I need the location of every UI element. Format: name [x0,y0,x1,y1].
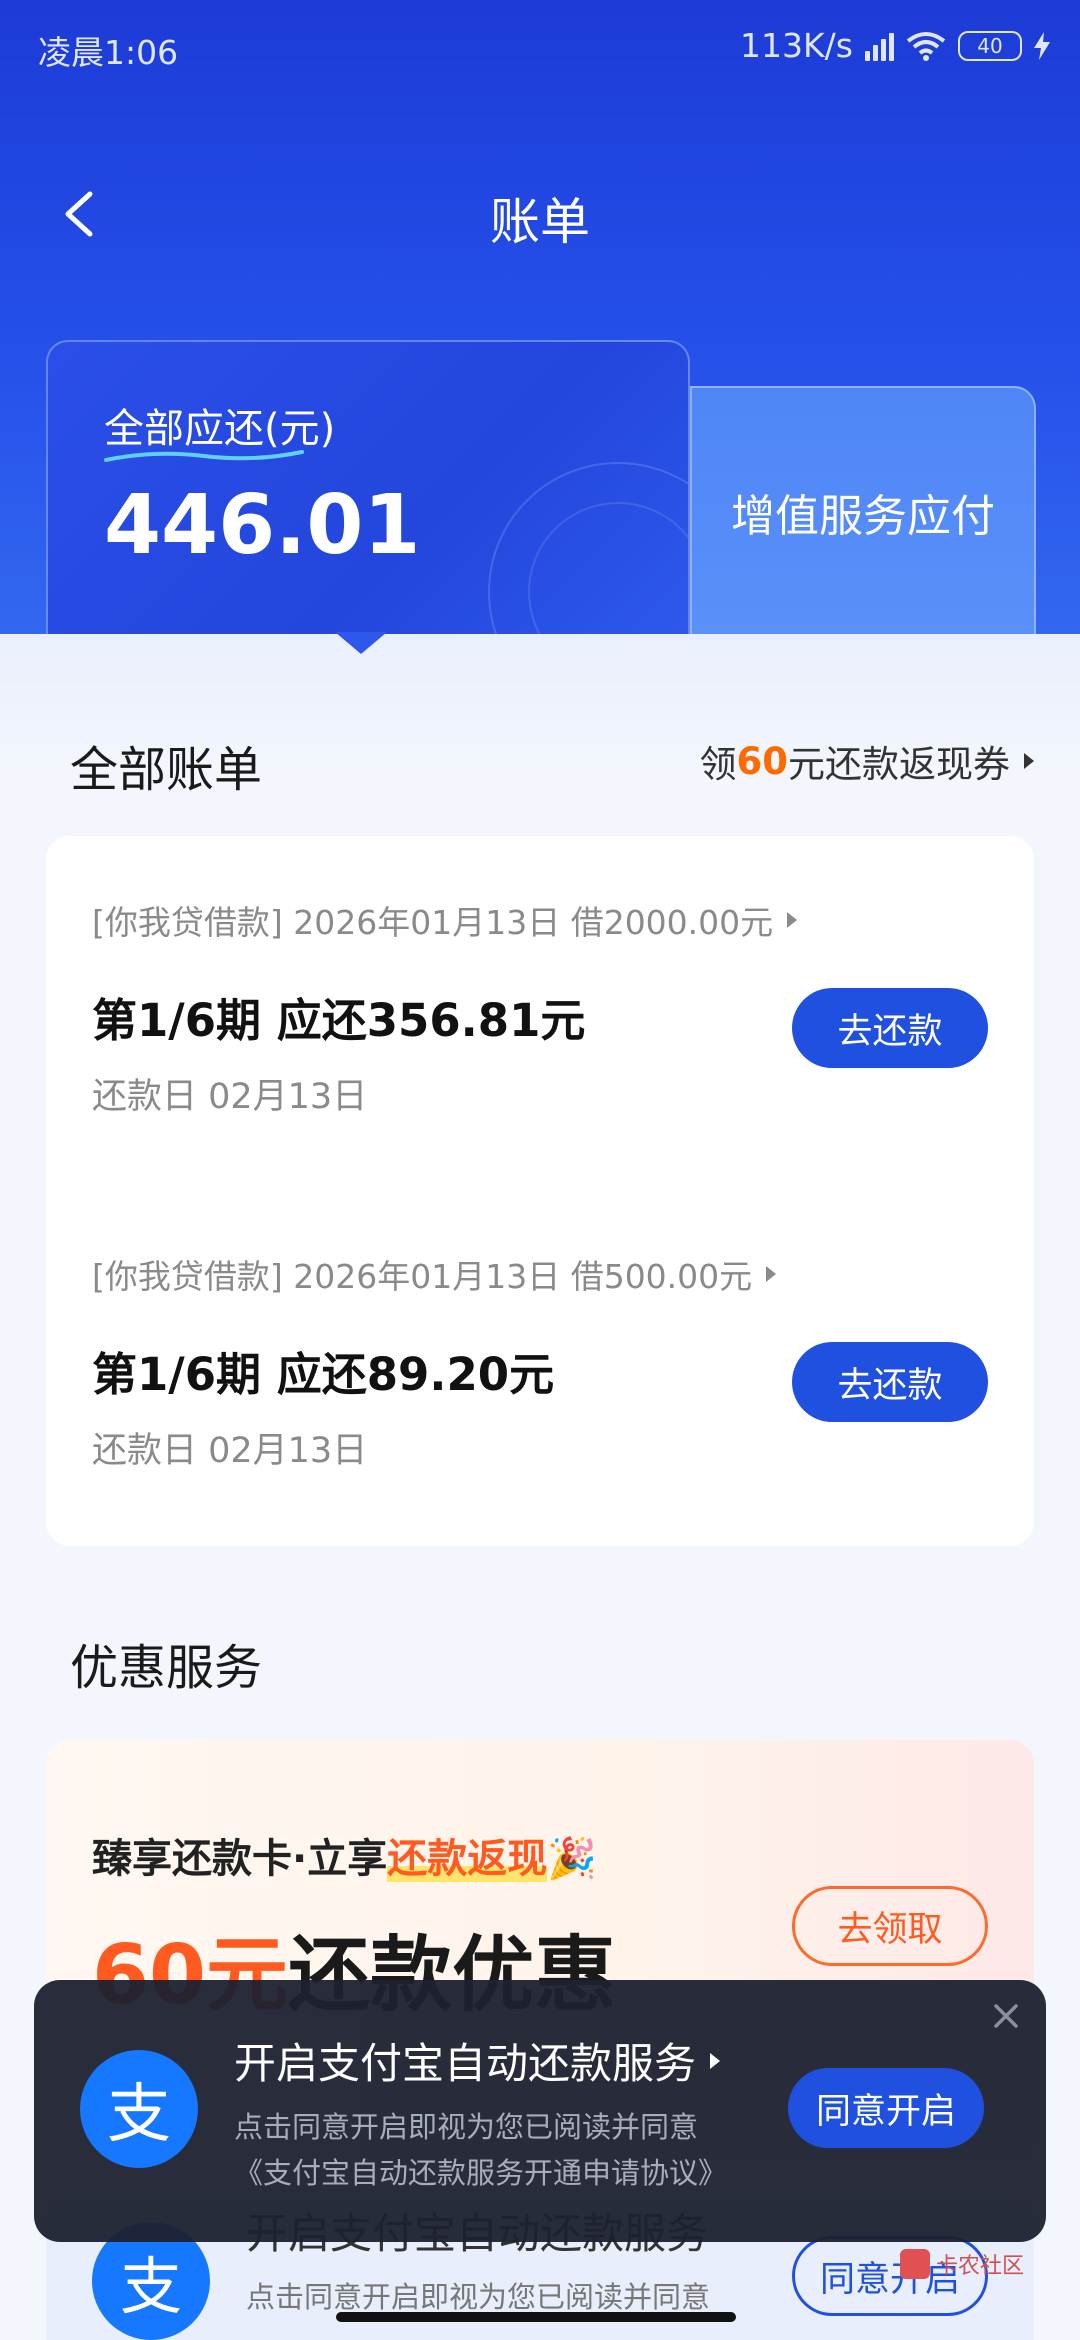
bill-meta-link[interactable]: [你我贷借款] 2026年01月13日 借2000.00元 [92,896,798,944]
coupon-prefix: 领 [699,743,737,786]
underline-squiggle-icon [104,450,304,462]
autopay-card-subtitle: 点击同意开启即视为您已阅读并同意 [246,2280,711,2314]
coupon-suffix: 元还款返现券 [788,743,1010,786]
toast-agreement-link[interactable]: 《支付宝自动还款服务开通申请协议》 [234,2150,727,2192]
charging-icon [1034,31,1050,60]
bill-due-date: 还款日 02月13日 [92,1431,368,1471]
bills-section-title: 全部账单 [70,742,263,798]
promo-headline-prefix: 臻享还款卡·立享 [92,1836,388,1882]
bill-due-date: 还款日 02月13日 [92,1077,368,1117]
promo-section-title: 优惠服务 [70,1640,263,1696]
caret-right-icon [766,1266,777,1282]
signal-icon [865,31,894,61]
promo-headline-highlight: 还款返现 [387,1836,548,1882]
bill-list-card: [你我贷借款] 2026年01月13日 借2000.00元 第1/6期 应还35… [46,836,1034,1546]
bill-meta-text: [你我贷借款] 2026年01月13日 借500.00元 [92,1257,753,1296]
toast-subtitle: 点击同意开启即视为您已阅读并同意 [234,2110,699,2144]
close-icon [994,2004,1018,2028]
repay-button[interactable]: 去还款 [792,1342,988,1422]
promo-headline: 臻享还款卡·立享还款返现🎉 [92,1826,597,1884]
caret-right-icon [1024,753,1034,769]
status-time: 凌晨1:06 [38,33,179,72]
alipay-logo-icon: 支 [80,2050,198,2168]
bill-installment-amount: 第1/6期 应还89.20元 [92,1348,555,1401]
nav-bar: 账单 [0,170,1080,260]
tab-pointer [335,632,387,654]
bill-installment-amount: 第1/6期 应还356.81元 [92,994,586,1047]
total-due-amount: 446.01 [104,478,421,573]
home-indicator[interactable] [336,2312,736,2322]
toast-close-button[interactable] [986,1996,1026,2036]
watermark-logo-icon [899,2249,930,2279]
toast-title: 开启支付宝自动还款服务 [234,2039,697,2088]
battery-icon: 40 [958,30,1022,61]
page-title: 账单 [490,193,590,251]
bill-meta-text: [你我贷借款] 2026年01月13日 借2000.00元 [92,903,774,942]
tab-total-due[interactable]: 全部应还(元) 446.01 [46,340,690,640]
autopay-toast: 支 开启支付宝自动还款服务 点击同意开启即视为您已阅读并同意 《支付宝自动还款服… [34,1980,1046,2242]
status-indicators: 113K/s 40 [740,26,1050,65]
tab-service-label: 增值服务应付 [731,491,995,542]
claim-button[interactable]: 去领取 [792,1886,988,1966]
agree-enable-button[interactable]: 同意开启 [788,2068,984,2148]
caret-right-icon [787,912,798,928]
caret-right-icon [710,2052,721,2069]
status-bar: 凌晨1:06 113K/s 40 [0,0,1080,90]
bill-item: [你我贷借款] 2026年01月13日 借500.00元 第1/6期 应还89.… [46,1190,1034,1530]
watermark-text: 卡农社区 [935,2254,1024,2279]
party-popper-icon: 🎉 [547,1836,598,1882]
toast-title-link[interactable]: 开启支付宝自动还款服务 [234,2030,721,2091]
repay-button[interactable]: 去还款 [792,988,988,1068]
tab-service-payable[interactable]: 增值服务应付 [690,386,1036,640]
coupon-amount: 60 [736,739,789,783]
wifi-icon [906,31,946,61]
bill-item: [你我贷借款] 2026年01月13日 借2000.00元 第1/6期 应还35… [46,836,1034,1176]
coupon-link[interactable]: 领 60 元还款返现券 [699,734,1034,788]
watermark: 卡农社区 [899,2248,1024,2280]
network-speed: 113K/s [740,26,853,65]
bill-meta-link[interactable]: [你我贷借款] 2026年01月13日 借500.00元 [92,1250,777,1298]
